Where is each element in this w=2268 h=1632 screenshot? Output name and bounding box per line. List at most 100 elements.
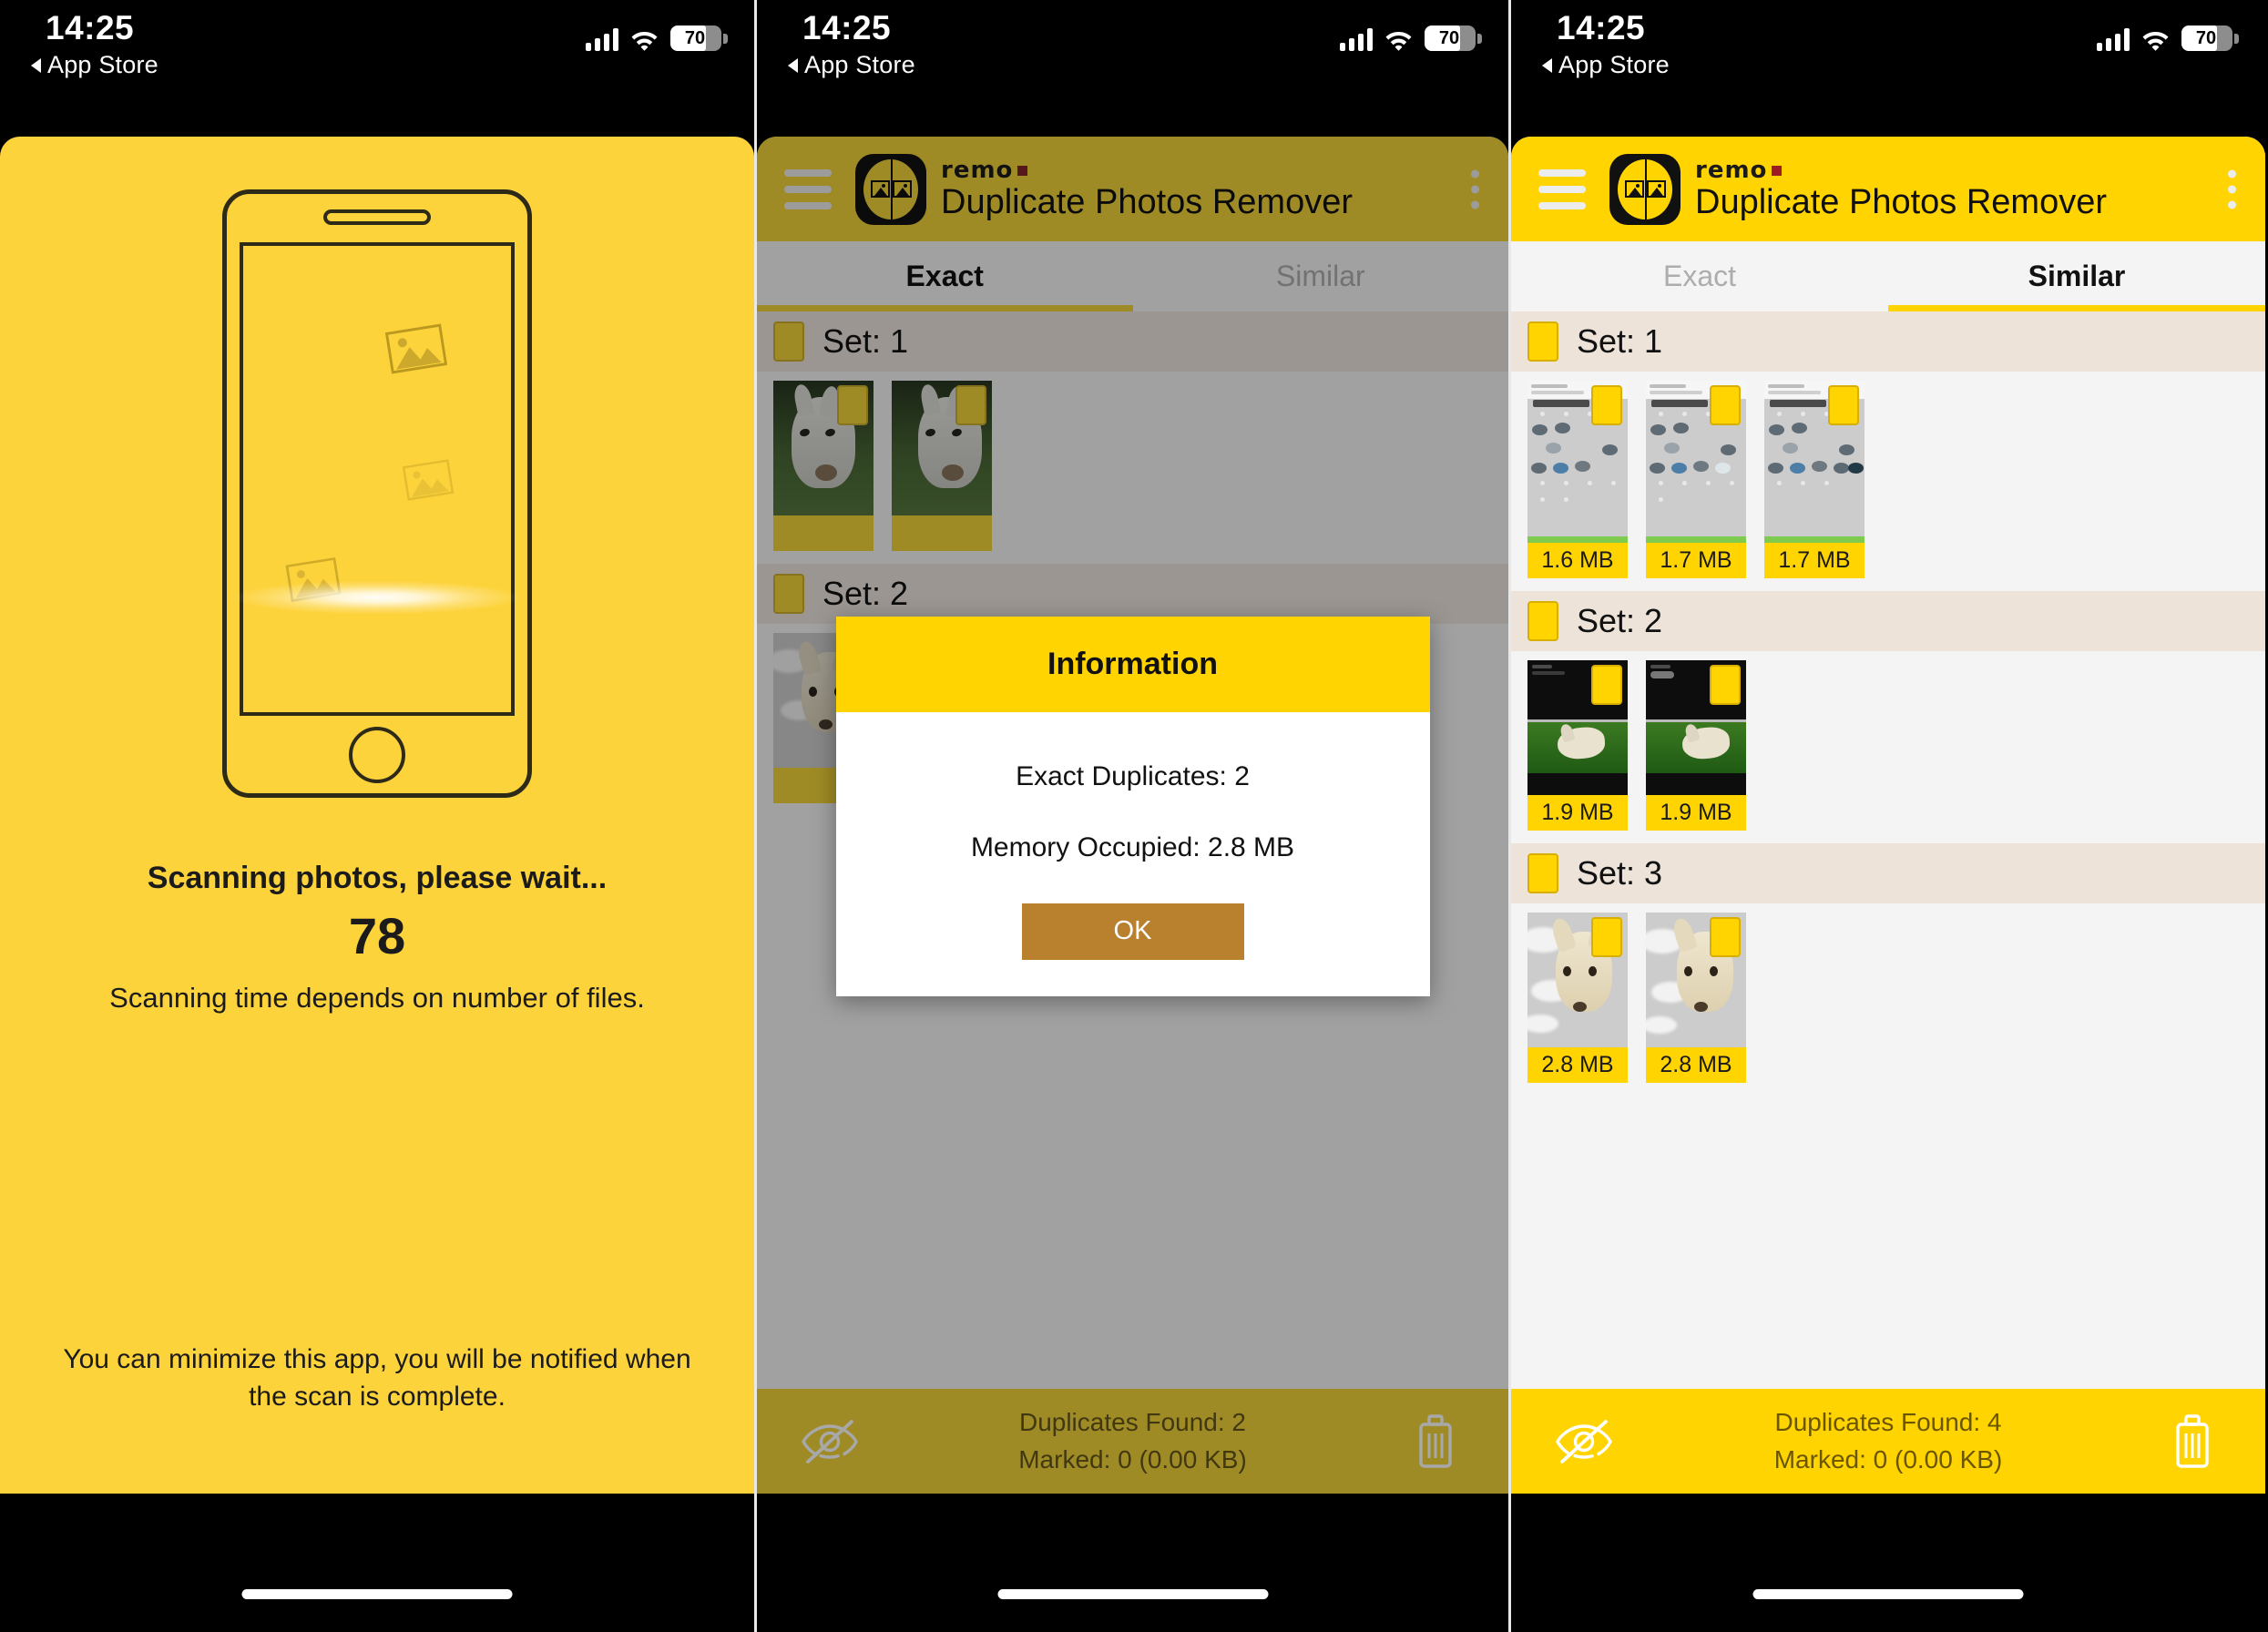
set-checkbox[interactable]	[773, 321, 804, 362]
panel-similar: 14:25 App Store 70 remo Duplicate Photos…	[1508, 0, 2265, 1632]
tab-similar[interactable]: Similar	[1133, 241, 1509, 311]
home-indicator[interactable]	[1752, 1589, 2024, 1599]
image-placeholder-icon	[402, 459, 455, 501]
eye-slash-icon[interactable]	[757, 1418, 903, 1465]
thumbnail-checkbox[interactable]	[837, 385, 868, 425]
thumbnail-checkbox[interactable]	[1710, 665, 1741, 705]
cellular-signal-icon	[586, 28, 618, 51]
tab-bar: Exact Similar	[1511, 241, 2265, 311]
thumbnail-checkbox[interactable]	[1710, 385, 1741, 425]
set-header[interactable]: Set: 1	[1511, 311, 2265, 372]
thumbnail-row: 1.6 MB 1.7 MB 1.7 MB	[1511, 372, 2265, 591]
remo-app-logo-icon	[1609, 153, 1681, 225]
status-time: 14:25	[46, 9, 135, 46]
eye-slash-icon[interactable]	[1511, 1418, 1657, 1465]
back-to-app-store[interactable]: App Store	[1542, 51, 1670, 79]
battery-level: 70	[1438, 28, 1460, 48]
thumbnail-checkbox[interactable]	[1710, 917, 1741, 957]
dialog-title: Information	[835, 616, 1430, 712]
thumbnail-size	[773, 515, 873, 551]
scan-screen-area: Scanning photos, please wait... 78 Scann…	[0, 137, 754, 1494]
thumbnail-checkbox[interactable]	[1591, 385, 1622, 425]
thumbnail-item[interactable]: 1.7 MB	[1646, 381, 1746, 578]
thumbnail-row	[757, 372, 1508, 564]
kebab-menu-icon[interactable]	[2228, 169, 2236, 209]
thumbnail-item[interactable]: 2.8 MB	[1646, 913, 1746, 1083]
set-checkbox[interactable]	[1527, 321, 1558, 362]
brand-dot-icon	[1017, 165, 1028, 176]
set-header[interactable]: Set: 2	[1511, 591, 2265, 651]
brand-dot-icon	[1772, 165, 1783, 176]
set-checkbox[interactable]	[1527, 853, 1558, 893]
thumbnail-checkbox[interactable]	[1591, 665, 1622, 705]
tab-exact[interactable]: Exact	[757, 241, 1133, 311]
thumbnail-size: 1.7 MB	[1764, 543, 1864, 578]
set-checkbox[interactable]	[773, 574, 804, 614]
thumbnail-size: 1.9 MB	[1646, 795, 1746, 831]
scanned-count: 78	[348, 907, 406, 964]
thumbnail-size: 1.7 MB	[1646, 543, 1746, 578]
home-indicator[interactable]	[997, 1589, 1268, 1599]
image-placeholder-icon	[384, 323, 448, 374]
set-header[interactable]: Set: 3	[1511, 843, 2265, 903]
thumbnail-item[interactable]: 2.8 MB	[1527, 913, 1628, 1083]
scanning-title: Scanning photos, please wait...	[147, 861, 608, 895]
marked-text: Marked: 0 (0.00 KB)	[1773, 1444, 2003, 1474]
panel-scanning: 14:25 App Store 70 Scanning photos, plea…	[0, 0, 754, 1632]
duplicates-found-text: Duplicates Found: 2	[1018, 1407, 1247, 1436]
panel-exact-with-dialog: 14:25 App Store 70 remo Duplicate Photos…	[754, 0, 1508, 1632]
dialog-memory-occupied: Memory Occupied: 2.8 MB	[970, 831, 1295, 862]
app-bar: remo Duplicate Photos Remover	[757, 137, 1508, 241]
tab-bar: Exact Similar	[757, 241, 1508, 311]
battery-icon: 70	[1425, 26, 1482, 51]
thumbnail-item[interactable]: 1.9 MB	[1646, 660, 1746, 831]
bottom-action-bar: Duplicates Found: 2 Marked: 0 (0.00 KB)	[757, 1389, 1508, 1494]
set-checkbox[interactable]	[1527, 601, 1558, 641]
duplicate-list-view: remo Duplicate Photos Remover Exact Simi…	[1511, 137, 2265, 1494]
hamburger-menu-icon[interactable]	[1538, 168, 1586, 209]
app-branding: remo Duplicate Photos Remover	[1695, 158, 2107, 219]
trash-icon[interactable]	[2120, 1413, 2265, 1470]
thumbnail-checkbox[interactable]	[955, 385, 986, 425]
thumbnail-checkbox[interactable]	[1828, 385, 1859, 425]
brand-name: remo	[1695, 157, 1768, 184]
thumbnail-size	[892, 515, 992, 551]
set-label: Set: 1	[822, 322, 909, 360]
kebab-menu-icon[interactable]	[1471, 169, 1479, 209]
app-screen-area: remo Duplicate Photos Remover Exact Simi…	[1511, 137, 2265, 1494]
bottom-action-bar: Duplicates Found: 4 Marked: 0 (0.00 KB)	[1511, 1389, 2265, 1494]
ok-button[interactable]: OK	[1021, 903, 1244, 960]
hamburger-menu-icon[interactable]	[784, 168, 832, 209]
tab-exact[interactable]: Exact	[1511, 241, 1888, 311]
set-header[interactable]: Set: 2	[757, 564, 1508, 624]
wifi-icon	[1384, 28, 1413, 51]
status-indicators: 70	[586, 26, 728, 51]
thumbnail-item[interactable]	[892, 381, 992, 551]
scanning-subtitle: Scanning time depends on number of files…	[109, 982, 645, 1014]
thumbnail-item[interactable]	[773, 381, 873, 551]
set-header[interactable]: Set: 1	[757, 311, 1508, 372]
thumbnail-item[interactable]: 1.7 MB	[1764, 381, 1864, 578]
home-indicator-area	[0, 1494, 754, 1632]
thumbnail-checkbox[interactable]	[1591, 917, 1622, 957]
remo-app-logo-icon	[855, 153, 926, 225]
thumbnail-item[interactable]: 1.6 MB	[1527, 381, 1628, 578]
set-label: Set: 3	[1577, 854, 1663, 892]
information-dialog: Information Exact Duplicates: 2 Memory O…	[835, 616, 1430, 996]
triangle-left-icon	[1542, 57, 1552, 73]
app-branding: remo Duplicate Photos Remover	[941, 158, 1353, 219]
home-indicator[interactable]	[241, 1589, 513, 1599]
tab-similar[interactable]: Similar	[1888, 241, 2265, 311]
set-label: Set: 2	[1577, 602, 1663, 639]
trash-icon[interactable]	[1363, 1413, 1508, 1470]
thumbnail-item[interactable]: 1.9 MB	[1527, 660, 1628, 831]
triangle-left-icon	[31, 57, 41, 73]
triangle-left-icon	[788, 57, 798, 73]
cellular-signal-icon	[2097, 28, 2130, 51]
home-indicator-area	[757, 1494, 1508, 1632]
cellular-signal-icon	[1340, 28, 1373, 51]
status-indicators: 70	[2097, 26, 2239, 51]
back-to-app-store[interactable]: App Store	[788, 51, 915, 79]
battery-icon: 70	[2181, 26, 2239, 51]
back-to-app-store[interactable]: App Store	[31, 51, 158, 79]
